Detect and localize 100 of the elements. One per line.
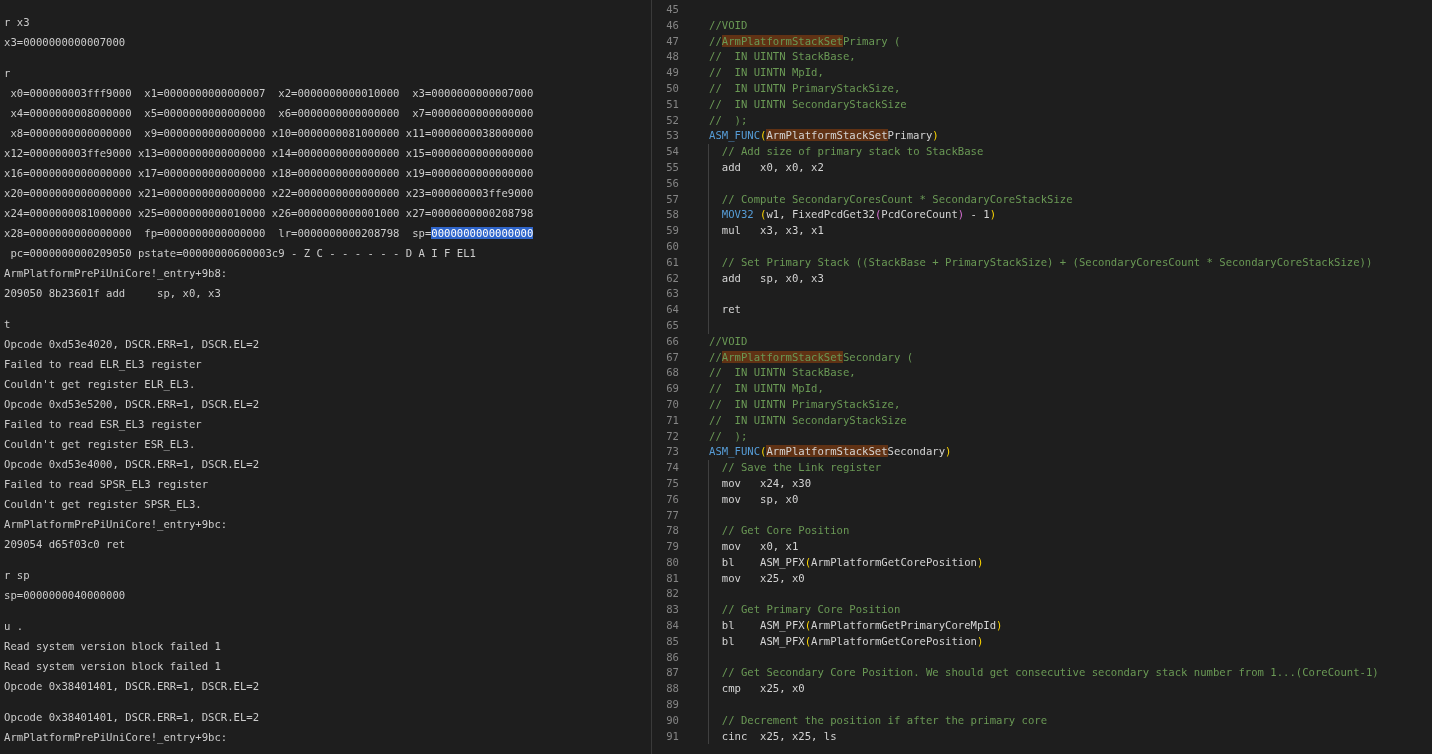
line-number: 54 <box>665 144 679 160</box>
code-line: ret <box>721 303 741 316</box>
console-line: Opcode 0x38401401, DSCR.ERR=1, DSCR.EL=2 <box>4 679 260 694</box>
code-line: // ); <box>709 113 748 126</box>
console-line: Couldn't get register ESR_EL3. <box>4 437 196 453</box>
code-line: // Add size of primary stack to StackBase <box>721 145 984 158</box>
line-number: 45 <box>665 2 679 17</box>
code-line: // IN UINTN StackBase, <box>709 366 856 379</box>
console-line: x24=0000000081000000 x25=0000000000010000 x26=0000000000001000 x27=0000000000208798 <box>4 206 534 221</box>
code-line: //VOID <box>709 334 748 347</box>
code-line: // Save the Link register <box>721 461 882 474</box>
line-number: 55 <box>665 159 679 175</box>
console-line: u . <box>4 619 24 634</box>
line-number: 66 <box>665 333 679 349</box>
console-line: x8=0000000000000000 x9=0000000000000000 x10=0000000081000000 x11=0000000038000000 <box>9 126 534 141</box>
console-line: Couldn't get register SPSR_EL3. <box>4 497 202 513</box>
code-line: cinc x25, x25, ls <box>721 729 837 742</box>
code-line: // ); <box>709 429 748 442</box>
line-number: 83 <box>665 602 679 618</box>
code-line: // Get Secondary Core Position. We should get consecutive secondary stack number from 1...(CoreCount-1) <box>721 666 1379 679</box>
console-line: x3=0000000000007000 <box>4 35 126 50</box>
code-line: mul x3, x3, x1 <box>721 224 824 237</box>
line-number: 70 <box>665 396 679 412</box>
console-line: x20=0000000000000000 x21=0000000000000000 x22=0000000000000000 x23=000000003ffe9000 <box>4 186 534 201</box>
code-line: mov x25, x0 <box>721 571 805 584</box>
console-line: t <box>4 317 11 332</box>
console-line: Opcode 0xd53e4020, DSCR.ERR=1, DSCR.EL=2 <box>4 337 260 352</box>
code-line: add x0, x0, x2 <box>721 160 824 173</box>
line-number: 64 <box>665 302 679 318</box>
line-number: 65 <box>665 317 679 333</box>
line-number: 58 <box>665 207 679 223</box>
line-number: 80 <box>665 554 679 570</box>
code-line: // Set Primary Stack ((StackBase + PrimaryStackSize) + (SecondaryCoresCount * SecondaryCoreStackSize)) <box>721 255 1373 268</box>
console-line: sp=0000000040000000 <box>4 588 126 603</box>
line-number: 50 <box>665 81 679 96</box>
code-line: //VOID <box>709 18 748 31</box>
console-line: r x3 <box>4 15 30 30</box>
line-number: 77 <box>665 507 679 523</box>
code-line: ASM_FUNC(ArmPlatformStackSetPrimary) <box>709 129 939 142</box>
line-number: 62 <box>665 270 679 286</box>
code-line: mov x24, x30 <box>721 476 812 489</box>
console-line: Read system version block failed 1 <box>4 659 221 674</box>
line-number: 87 <box>665 665 679 681</box>
code-line: // IN UINTN PrimaryStackSize, <box>709 82 901 94</box>
console-line: pc=0000000000209050 pstate=00000000600003c9 - Z C - - - - - - D A I F EL1 <box>9 246 476 261</box>
code-line: // IN UINTN StackBase, <box>709 50 856 63</box>
code-line: //ArmPlatformStackSetPrimary ( <box>709 34 901 47</box>
line-number: 51 <box>665 96 679 112</box>
console-line: 209054 d65f03c0 ret <box>4 537 126 552</box>
code-line: MOV32 (w1, FixedPcdGet32(PcdCoreCount) - 1) <box>721 208 997 221</box>
line-number: 76 <box>665 491 679 507</box>
console-line: x4=0000000008000000 x5=0000000000000000 x6=0000000000000000 x7=0000000000000000 <box>9 106 534 121</box>
line-number: 69 <box>665 381 679 397</box>
line-number: 47 <box>665 33 679 49</box>
console-line: r <box>4 66 11 81</box>
code-line: // IN UINTN MpId, <box>709 382 824 395</box>
line-number: 67 <box>665 349 679 365</box>
console-line: Read system version block failed 1 <box>4 639 221 654</box>
code-line: // IN UINTN MpId, <box>709 66 824 79</box>
line-number: 56 <box>665 175 679 191</box>
line-number: 74 <box>665 460 679 476</box>
code-line: // Decrement the position if after the primary core <box>721 713 1048 726</box>
line-number: 89 <box>665 697 679 713</box>
console-line: ArmPlatformPrePiUniCore!_entry+9bc: <box>4 730 228 746</box>
line-number: 82 <box>665 586 679 602</box>
line-number: 81 <box>665 570 679 586</box>
console-line: x28=0000000000000000 fp=0000000000000000 lr=0000000000208798 sp=0000000000000000 <box>4 226 534 241</box>
line-number: 57 <box>665 191 679 207</box>
code-line: // IN UINTN SecondaryStackSize <box>709 97 907 110</box>
line-number: 49 <box>665 65 679 81</box>
code-line: bl ASM_PFX(ArmPlatformGetCorePosition) <box>721 634 984 647</box>
code-line: //ArmPlatformStackSetSecondary ( <box>709 350 914 363</box>
code-line: // Compute SecondaryCoresCount * SecondaryCoreStackSize <box>721 192 1073 205</box>
console-line: x16=0000000000000000 x17=0000000000000000 x18=0000000000000000 x19=0000000000000000 <box>4 166 534 181</box>
code-line: bl ASM_PFX(ArmPlatformGetPrimaryCoreMpId) <box>721 619 1003 632</box>
line-number: 63 <box>665 286 679 302</box>
code-line: ASM_FUNC(ArmPlatformStackSetSecondary) <box>709 445 952 458</box>
line-number: 61 <box>665 254 679 270</box>
code-line: mov x0, x1 <box>721 540 799 553</box>
console-line: x12=000000003ffe9000 x13=0000000000000000 x14=0000000000000000 x15=0000000000000000 <box>4 146 534 161</box>
line-number: 46 <box>665 17 679 33</box>
code-line: add sp, x0, x3 <box>721 271 824 284</box>
code-line: bl ASM_PFX(ArmPlatformGetCorePosition) <box>721 555 984 568</box>
line-number: 53 <box>665 128 679 144</box>
line-number: 88 <box>665 681 679 697</box>
line-number: 90 <box>665 712 679 728</box>
line-number: 75 <box>665 475 679 491</box>
code-line: cmp x25, x0 <box>721 682 805 695</box>
line-number: 84 <box>665 618 679 634</box>
line-number: 78 <box>665 523 679 539</box>
code-line: // IN UINTN SecondaryStackSize <box>709 413 907 426</box>
line-number: 79 <box>665 539 679 555</box>
line-number: 71 <box>665 412 679 428</box>
code-line: // Get Primary Core Position <box>721 603 901 616</box>
console-line: Failed to read ELR_EL3 register <box>4 357 202 373</box>
line-number: 48 <box>665 49 679 65</box>
line-number: 52 <box>665 112 679 128</box>
console-line: r sp <box>4 568 30 583</box>
line-number: 91 <box>665 728 679 744</box>
console-line: x0=000000003fff9000 x1=0000000000000007 x2=0000000000010000 x3=0000000000007000 <box>9 86 534 101</box>
